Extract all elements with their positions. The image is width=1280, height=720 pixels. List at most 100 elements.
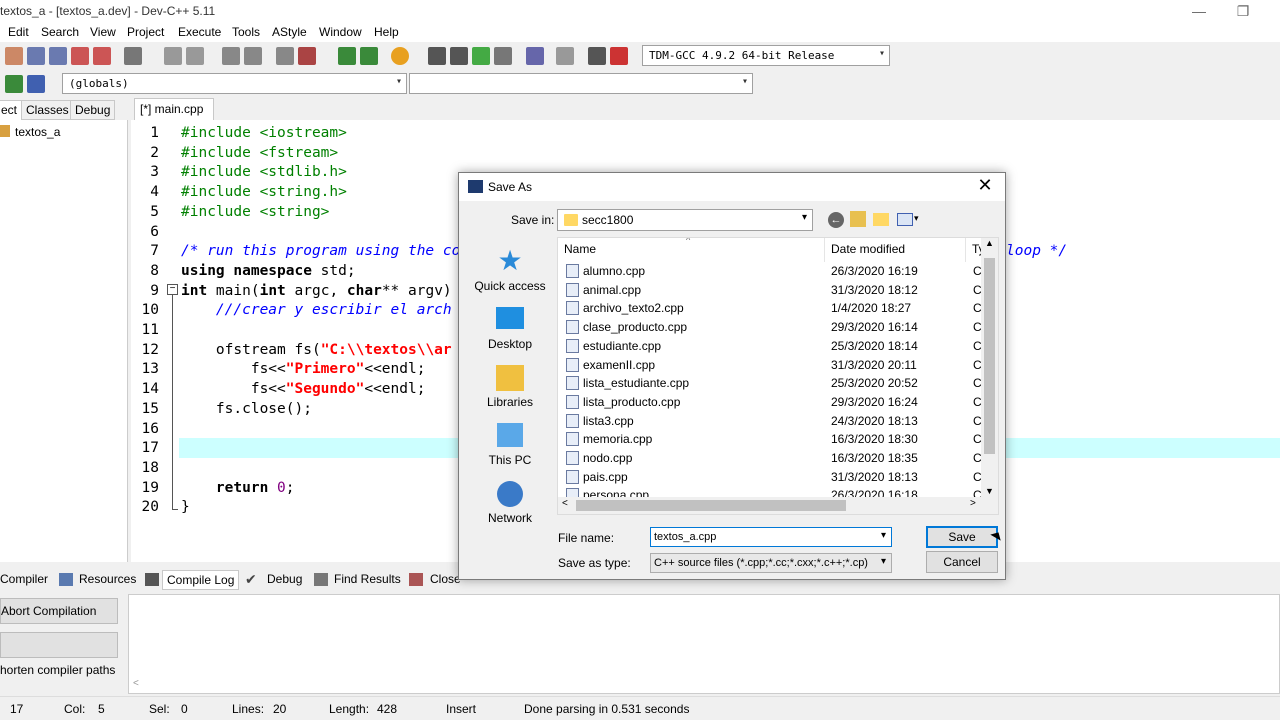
compile-icon[interactable] <box>428 47 446 65</box>
menu-execute[interactable]: Execute <box>178 25 221 39</box>
compiler-select[interactable]: TDM-GCC 4.9.2 64-bit Release ▾ <box>642 45 890 66</box>
debug-icon[interactable] <box>610 47 628 65</box>
chart-icon[interactable] <box>588 47 606 65</box>
file-row[interactable]: pais.cpp 31/3/2020 18:13 C- <box>564 468 986 486</box>
find-icon[interactable] <box>222 47 240 65</box>
place-network[interactable]: Network <box>465 481 555 525</box>
tab-classes[interactable]: Classes <box>21 100 74 120</box>
file-row[interactable]: alumno.cpp 26/3/2020 16:19 C- <box>564 262 986 280</box>
view-menu-icon[interactable] <box>897 213 913 226</box>
tab-compiler[interactable]: Compiler <box>0 570 52 590</box>
file-row[interactable]: examenII.cpp 31/3/2020 20:11 C- <box>564 356 986 374</box>
close-file-icon[interactable] <box>71 47 89 65</box>
chevron-down-icon[interactable]: ▾ <box>914 213 919 224</box>
new-file-icon[interactable] <box>5 47 23 65</box>
file-row[interactable]: estudiante.cpp 25/3/2020 18:14 C- <box>564 337 986 355</box>
unindent-icon[interactable] <box>298 47 316 65</box>
scope-select[interactable]: (globals) ▾ <box>62 73 407 94</box>
menu-search[interactable]: Search <box>41 25 79 39</box>
vertical-scroll-thumb[interactable] <box>984 258 995 454</box>
code-line[interactable]: #include <iostream> <box>181 123 347 143</box>
scroll-up-icon[interactable]: ▲ <box>985 238 994 248</box>
code-line[interactable]: fs.close(); <box>181 399 312 419</box>
compile-run-icon[interactable] <box>472 47 490 65</box>
code-line[interactable]: #include <fstream> <box>181 143 338 163</box>
place-desktop[interactable]: Desktop <box>465 307 555 351</box>
code-line[interactable]: #include <stdlib.h> <box>181 162 347 182</box>
project-tree-item[interactable]: textos_a <box>15 125 60 139</box>
menu-window[interactable]: Window <box>319 25 362 39</box>
horizontal-scrollbar[interactable]: < > <box>558 497 998 514</box>
menu-edit[interactable]: Edit <box>8 25 29 39</box>
file-row[interactable]: memoria.cpp 16/3/2020 18:30 C- <box>564 430 986 448</box>
file-list[interactable]: Name ^ Date modified Ty alumno.cpp 26/3/2… <box>557 237 999 515</box>
tab-debug-bottom[interactable]: Debug <box>263 570 306 590</box>
save-as-type-select[interactable]: C++ source files (*.cpp;*.cc;*.cxx;*.c++… <box>650 553 892 573</box>
code-line[interactable]: int main(int argc, char** argv) <box>181 281 452 301</box>
vertical-scrollbar[interactable]: ▲ ▼ <box>981 238 998 498</box>
tab-find-results[interactable]: Find Results <box>330 570 405 590</box>
scroll-down-icon[interactable]: ▼ <box>985 486 994 496</box>
fold-icon[interactable]: − <box>167 284 178 295</box>
file-row[interactable]: nodo.cpp 16/3/2020 18:35 C- <box>564 449 986 467</box>
code-line[interactable]: } <box>181 497 190 517</box>
code-line[interactable]: fs<<"Segundo"<<endl; <box>181 379 426 399</box>
indent-icon[interactable] <box>276 47 294 65</box>
menu-view[interactable]: View <box>90 25 116 39</box>
project-options-icon[interactable] <box>391 47 409 65</box>
tab-compile-log[interactable]: Compile Log <box>162 570 240 590</box>
rebuild-icon[interactable] <box>494 47 512 65</box>
menu-help[interactable]: Help <box>374 25 399 39</box>
code-line[interactable]: #include <string.h> <box>181 182 347 202</box>
scroll-right-icon[interactable]: > <box>970 498 976 509</box>
close-all-icon[interactable] <box>93 47 111 65</box>
goto-back-icon[interactable] <box>5 75 23 93</box>
cancel-button[interactable]: Cancel <box>926 551 998 573</box>
stop-icon[interactable] <box>556 47 574 65</box>
code-line[interactable]: fs<<"Primero"<<endl; <box>181 359 426 379</box>
redo-icon[interactable] <box>186 47 204 65</box>
scroll-left-icon[interactable]: < <box>562 498 568 509</box>
print-icon[interactable] <box>124 47 142 65</box>
menu-astyle[interactable]: AStyle <box>272 25 307 39</box>
tab-debug[interactable]: Debug <box>70 100 116 120</box>
column-date-modified[interactable]: Date modified <box>831 242 905 256</box>
add-to-project-icon[interactable] <box>338 47 356 65</box>
syntax-check-icon[interactable] <box>526 47 544 65</box>
bookmark-icon[interactable] <box>27 75 45 93</box>
up-folder-icon[interactable] <box>850 211 866 227</box>
file-row[interactable]: lista_estudiante.cpp 25/3/2020 20:52 C- <box>564 374 986 392</box>
abort-compilation-button[interactable]: Abort Compilation <box>0 598 118 624</box>
new-folder-icon[interactable] <box>873 213 889 226</box>
close-icon[interactable]: ✕ <box>973 175 997 196</box>
file-name-input[interactable]: textos_a.cpp ▾ <box>650 527 892 547</box>
file-row[interactable]: lista3.cpp 24/3/2020 18:13 C- <box>564 412 986 430</box>
undo-icon[interactable] <box>164 47 182 65</box>
compile-log-output[interactable]: < <box>128 594 1280 694</box>
run-icon[interactable] <box>450 47 468 65</box>
minimize-button[interactable]: — <box>1184 2 1214 20</box>
tab-project[interactable]: ect <box>0 100 23 120</box>
code-line[interactable]: ///crear y escribir el arch <box>181 300 452 320</box>
editor-tab[interactable]: [*] main.cpp <box>134 98 214 120</box>
place-this-pc[interactable]: This PC <box>465 423 555 467</box>
file-row[interactable]: archivo_texto2.cpp 1/4/2020 18:27 C- <box>564 299 986 317</box>
replace-icon[interactable] <box>244 47 262 65</box>
save-icon[interactable] <box>27 47 45 65</box>
save-button[interactable]: Save <box>926 526 998 548</box>
file-row[interactable]: lista_producto.cpp 29/3/2020 16:24 C- <box>564 393 986 411</box>
back-icon[interactable]: ← <box>828 212 844 228</box>
horizontal-scroll-thumb[interactable] <box>576 500 846 511</box>
save-in-select[interactable]: secc1800 ▾ <box>557 209 813 231</box>
menu-tools[interactable]: Tools <box>232 25 260 39</box>
remove-from-project-icon[interactable] <box>360 47 378 65</box>
code-line[interactable]: using namespace std; <box>181 261 356 281</box>
member-select[interactable]: ▾ <box>409 73 753 94</box>
file-row[interactable]: clase_producto.cpp 29/3/2020 16:14 C- <box>564 318 986 336</box>
shorten-paths-label[interactable]: horten compiler paths <box>0 663 115 677</box>
column-name[interactable]: Name <box>564 242 596 256</box>
code-line[interactable]: #include <string> <box>181 202 329 222</box>
save-all-icon[interactable] <box>49 47 67 65</box>
maximize-button[interactable]: ❐ <box>1228 2 1258 20</box>
code-line[interactable]: ofstream fs("C:\\textos\\ar <box>181 340 452 360</box>
